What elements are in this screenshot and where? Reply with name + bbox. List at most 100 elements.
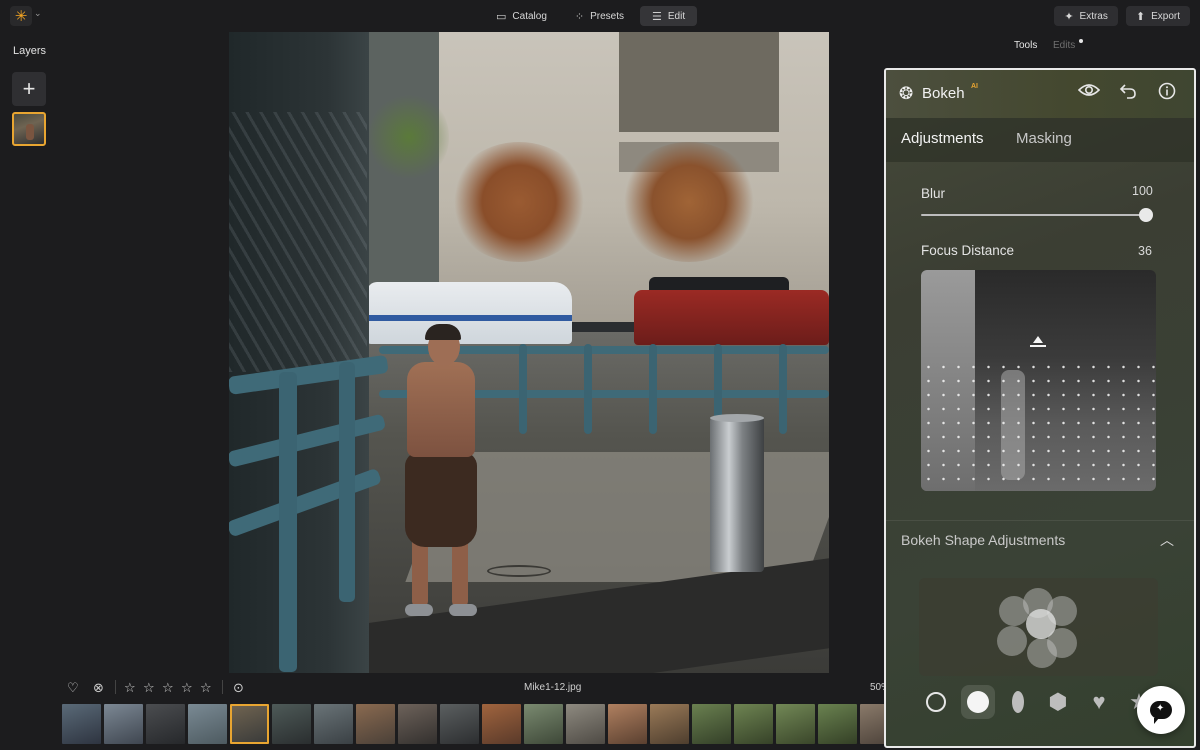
filmstrip-thumbnail[interactable] — [188, 704, 227, 744]
photo-railing-post — [519, 344, 527, 434]
sparkle-icon: ⁘ — [575, 10, 584, 23]
chevron-up-icon[interactable]: ︿ — [1160, 530, 1174, 550]
photo-graffiti — [229, 112, 367, 372]
photo-man-shorts — [405, 452, 477, 547]
tab-presets[interactable]: ⁘ Presets — [563, 6, 636, 26]
layers-title: Layers — [13, 45, 46, 57]
blur-label: Blur — [921, 186, 945, 201]
tab-edit[interactable]: ☰ Edit — [640, 6, 697, 26]
extras-label: Extras — [1080, 11, 1108, 22]
photo-van — [367, 282, 572, 344]
filmstrip-thumbnail[interactable] — [146, 704, 185, 744]
star-icon[interactable]: ☆ — [143, 680, 155, 696]
bokeh-shape-preview — [919, 578, 1158, 676]
filmstrip-thumbnail[interactable] — [566, 704, 605, 744]
eye-icon-svg — [1078, 82, 1100, 98]
focus-point-marker[interactable] — [1030, 336, 1046, 348]
star-icon[interactable]: ☆ — [200, 680, 212, 696]
bokeh-shape-section-title[interactable]: Bokeh Shape Adjustments — [901, 532, 1065, 548]
info-icon[interactable] — [1158, 82, 1176, 105]
folder-icon: ▭ — [496, 10, 506, 23]
panel-title: Bokeh — [922, 85, 965, 102]
tab-presets-label: Presets — [590, 11, 624, 22]
filmstrip-thumbnail[interactable] — [482, 704, 521, 744]
shape-oval-button[interactable] — [1001, 685, 1035, 719]
filmstrip-thumbnail[interactable] — [524, 704, 563, 744]
filmstrip-thumbnail[interactable] — [860, 704, 884, 744]
photo-canvas[interactable] — [229, 32, 829, 673]
shape-hexagon-button[interactable]: ⬢ — [1041, 685, 1075, 719]
filmstrip-thumbnail[interactable] — [692, 704, 731, 744]
layer-thumbnail-figure — [26, 124, 34, 140]
filmstrip-thumbnail[interactable] — [356, 704, 395, 744]
filmstrip-thumbnail[interactable] — [272, 704, 311, 744]
filmstrip-thumbnail-selected[interactable] — [230, 704, 269, 744]
oval-icon — [1012, 691, 1024, 713]
blur-value: 100 — [1132, 184, 1153, 198]
blur-slider-track[interactable] — [921, 214, 1146, 216]
add-layer-button[interactable]: + — [12, 72, 46, 106]
undo-icon-svg — [1119, 82, 1137, 100]
photo-bollard — [710, 417, 764, 572]
app-logo-icon[interactable]: ✳ — [10, 6, 32, 26]
edits-indicator-dot — [1079, 39, 1083, 43]
photo-jeep — [634, 290, 829, 345]
focus-depth-map[interactable] — [921, 270, 1156, 491]
depth-map-grid — [921, 360, 1156, 491]
filmstrip[interactable] — [62, 704, 884, 744]
blur-slider-handle[interactable] — [1139, 208, 1153, 222]
filmstrip-thumbnail[interactable] — [608, 704, 647, 744]
toolbar-divider — [115, 680, 116, 694]
filmstrip-thumbnail[interactable] — [650, 704, 689, 744]
eye-icon[interactable] — [1078, 82, 1100, 103]
photo-railing-post — [779, 344, 787, 434]
focus-distance-value: 36 — [1138, 244, 1152, 258]
assistant-chat-button[interactable]: ✦ — [1137, 686, 1185, 734]
filmstrip-thumbnail[interactable] — [398, 704, 437, 744]
chevron-down-icon[interactable]: ⌄ — [34, 8, 42, 19]
tab-edit-label: Edit — [668, 11, 685, 22]
star-icon[interactable]: ☆ — [181, 680, 193, 696]
star-icon[interactable]: ☆ — [124, 680, 136, 696]
photo-manhole — [487, 565, 551, 577]
export-button[interactable]: ⬆ Export — [1126, 6, 1190, 26]
reject-icon[interactable]: ⊗ — [93, 680, 104, 696]
filmstrip-thumbnail[interactable] — [104, 704, 143, 744]
photo-tree — [369, 92, 449, 182]
filmstrip-thumbnail[interactable] — [314, 704, 353, 744]
hexagon-icon: ⬢ — [1048, 691, 1067, 713]
panel-subtabs: Adjustments Masking — [886, 118, 1194, 162]
filmstrip-thumbnail[interactable] — [776, 704, 815, 744]
photo-bollard-top — [710, 414, 764, 422]
photo-van-stripe — [367, 315, 572, 321]
more-options-icon[interactable]: ⊙ — [233, 680, 244, 696]
shape-circle-outline-button[interactable] — [919, 685, 953, 719]
filmstrip-thumbnail[interactable] — [440, 704, 479, 744]
filmstrip-thumbnail[interactable] — [734, 704, 773, 744]
photo-railing-post — [649, 344, 657, 434]
tab-catalog[interactable]: ▭ Catalog — [484, 6, 559, 26]
filmstrip-thumbnail[interactable] — [62, 704, 101, 744]
tab-masking[interactable]: Masking — [1016, 130, 1072, 147]
bokeh-preview-petal — [999, 596, 1029, 626]
top-bar: ✳ ⌄ ▭ Catalog ⁘ Presets ☰ Edit ✦ Extras … — [0, 0, 1200, 32]
extras-button[interactable]: ✦ Extras — [1054, 6, 1118, 26]
mode-switcher: ▭ Catalog ⁘ Presets ☰ Edit — [484, 6, 697, 26]
bokeh-preview-petal — [1027, 638, 1057, 668]
photo-railing-post — [339, 362, 355, 602]
heart-icon[interactable]: ♡ — [67, 680, 79, 696]
layer-thumbnail[interactable] — [12, 112, 46, 146]
circle-outline-icon — [926, 692, 946, 712]
photo-railing-post — [584, 344, 592, 434]
photo-man-leg — [452, 537, 468, 607]
tab-edits[interactable]: Edits — [1053, 40, 1075, 51]
undo-icon[interactable] — [1119, 82, 1137, 105]
photo-man-shoe — [449, 604, 477, 616]
photo-tree — [449, 142, 589, 262]
shape-circle-button[interactable] — [961, 685, 995, 719]
star-icon[interactable]: ☆ — [162, 680, 174, 696]
shape-heart-button[interactable]: ♥ — [1082, 685, 1116, 719]
filmstrip-thumbnail[interactable] — [818, 704, 857, 744]
tab-adjustments[interactable]: Adjustments — [901, 130, 984, 147]
tab-tools[interactable]: Tools — [1014, 40, 1037, 51]
